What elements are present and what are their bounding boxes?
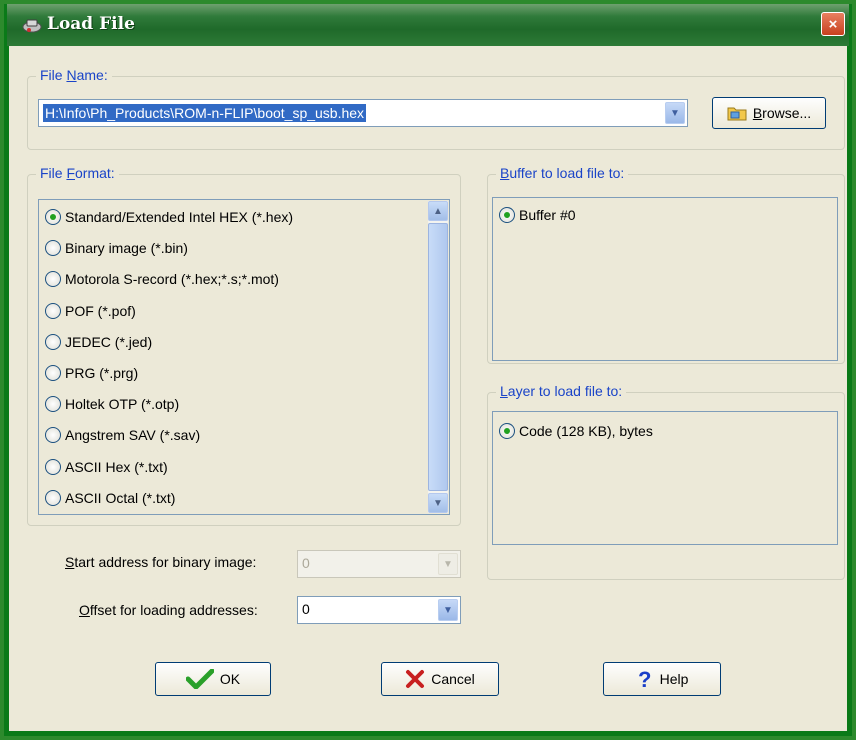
format-scrollbar[interactable]: ▲ ▼: [428, 201, 448, 513]
start-address-label: Start address for binary image:: [65, 554, 257, 570]
format-option[interactable]: Holtek OTP (*.otp): [45, 393, 179, 415]
chip-icon: [22, 19, 42, 33]
format-option-label: ASCII Octal (*.txt): [65, 489, 176, 506]
format-option[interactable]: PRG (*.prg): [45, 362, 138, 384]
scroll-thumb[interactable]: [428, 223, 448, 491]
format-option[interactable]: Angstrem SAV (*.sav): [45, 424, 200, 446]
svg-text:?: ?: [638, 668, 651, 690]
layer-list[interactable]: Code (128 KB), bytes: [492, 411, 838, 545]
radio-unchecked-icon: [45, 271, 61, 288]
radio-unchecked-icon: [45, 427, 61, 444]
chevron-down-icon[interactable]: ▼: [665, 102, 685, 124]
layer-legend: Layer to load file to:: [496, 383, 627, 399]
format-option[interactable]: JEDEC (*.jed): [45, 331, 152, 353]
format-option-label: ASCII Hex (*.txt): [65, 458, 168, 475]
format-option[interactable]: ASCII Octal (*.txt): [45, 487, 175, 509]
format-option-label: Binary image (*.bin): [65, 240, 188, 257]
radio-unchecked-icon: [45, 458, 61, 475]
layer-option[interactable]: Code (128 KB), bytes: [499, 420, 653, 442]
radio-unchecked-icon: [45, 240, 61, 257]
cancel-label: Cancel: [431, 671, 475, 687]
offset-value: 0: [302, 601, 310, 617]
format-option-label: PRG (*.prg): [65, 365, 139, 381]
radio-unchecked-icon: [45, 302, 61, 319]
buffer-list[interactable]: Buffer #0: [492, 197, 838, 361]
buffer-group: Buffer to load file to: Buffer #0: [487, 165, 845, 364]
format-option-label: Holtek OTP (*.otp): [65, 396, 180, 413]
cancel-button[interactable]: Cancel: [381, 662, 499, 696]
scroll-up-icon[interactable]: ▲: [428, 201, 448, 221]
load-file-dialog: Load File × File Name: H:\Info\Ph_Produc…: [4, 4, 852, 736]
file-format-group: File Format: Standard/Extended Intel HEX…: [27, 165, 461, 526]
file-name-legend: File Name:: [36, 67, 112, 83]
dialog-title: Load File: [47, 14, 135, 34]
layer-option-label: Code (128 KB), bytes: [519, 423, 653, 439]
x-icon: [406, 670, 425, 688]
close-icon: ×: [828, 15, 838, 33]
layer-group: Layer to load file to: Code (128 KB), by…: [487, 383, 845, 580]
format-option[interactable]: ASCII Hex (*.txt): [45, 456, 168, 478]
buffer-legend: Buffer to load file to:: [496, 165, 629, 181]
radio-unchecked-icon: [45, 365, 61, 381]
browse-button[interactable]: Browse...: [712, 97, 826, 129]
format-option-label: JEDEC (*.jed): [65, 333, 153, 350]
buffer-option-label: Buffer #0: [519, 207, 576, 223]
format-option-label: Motorola S-record (*.hex;*.s;*.mot): [65, 271, 279, 288]
file-format-list[interactable]: Standard/Extended Intel HEX (*.hex) Binar…: [38, 199, 450, 515]
format-option[interactable]: Binary image (*.bin): [45, 237, 188, 259]
format-option[interactable]: POF (*.pof): [45, 300, 136, 322]
radio-checked-icon: [499, 423, 515, 439]
radio-unchecked-icon: [45, 333, 61, 350]
help-button[interactable]: ? Help: [603, 662, 721, 696]
title-bar[interactable]: Load File ×: [7, 4, 849, 46]
folder-icon: [727, 107, 747, 121]
ok-label: OK: [219, 671, 241, 687]
file-format-legend: File Format:: [36, 165, 119, 181]
radio-checked-icon: [45, 209, 61, 225]
chevron-down-icon: ▼: [438, 553, 458, 575]
offset-label: Offset for loading addresses:: [79, 602, 258, 618]
help-label: Help: [659, 671, 689, 687]
radio-unchecked-icon: [45, 489, 61, 506]
offset-combo[interactable]: 0 ▼: [297, 596, 461, 624]
buffer-option[interactable]: Buffer #0: [499, 204, 576, 226]
chevron-down-icon[interactable]: ▼: [438, 599, 458, 621]
ok-button[interactable]: OK: [155, 662, 271, 696]
radio-checked-icon: [499, 207, 515, 223]
file-name-group: File Name: H:\Info\Ph_Products\ROM-n-FLI…: [27, 67, 845, 150]
scroll-down-icon[interactable]: ▼: [428, 493, 448, 513]
format-option[interactable]: Standard/Extended Intel HEX (*.hex): [45, 206, 293, 228]
format-option-label: Standard/Extended Intel HEX (*.hex): [65, 209, 294, 225]
radio-unchecked-icon: [45, 396, 61, 413]
close-button[interactable]: ×: [821, 12, 845, 36]
format-option-label: POF (*.pof): [65, 302, 136, 319]
start-address-combo: 0 ▼: [297, 550, 461, 578]
format-option-label: Angstrem SAV (*.sav): [65, 427, 201, 444]
question-mark-icon: ?: [638, 668, 651, 690]
browse-label: Browse...: [752, 105, 812, 121]
file-name-value: H:\Info\Ph_Products\ROM-n-FLIP\boot_sp_u…: [43, 104, 367, 122]
file-name-combo[interactable]: H:\Info\Ph_Products\ROM-n-FLIP\boot_sp_u…: [38, 99, 688, 127]
start-address-value: 0: [302, 555, 310, 571]
format-option[interactable]: Motorola S-record (*.hex;*.s;*.mot): [45, 268, 279, 290]
checkmark-icon: [185, 669, 214, 689]
